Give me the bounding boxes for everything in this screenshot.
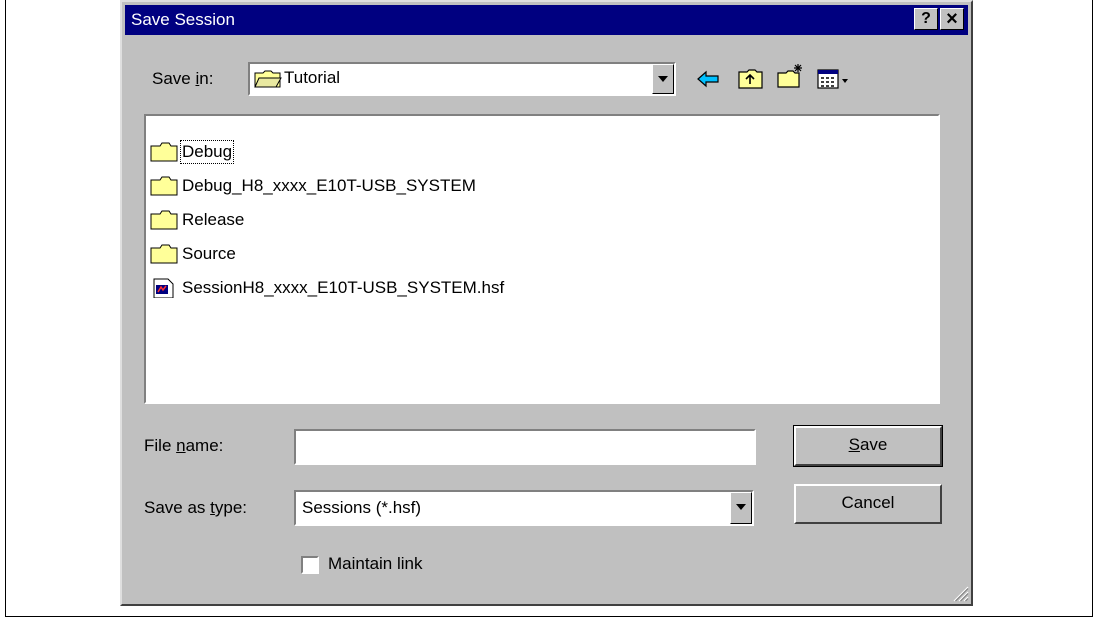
maintain-link-label: Maintain link [328,554,423,573]
open-folder-icon [254,70,282,88]
save-as-type-label: Save as type: [144,498,248,517]
file-name-label: File name: [144,436,224,455]
save-as-type-value: Sessions (*.hsf) [302,498,422,517]
title-bar: Save Session ? × [125,5,968,35]
folder-icon [150,210,178,230]
save-in-dropdown-button[interactable] [652,64,674,94]
new-folder-icon[interactable] [776,62,804,90]
back-arrow-icon[interactable] [694,65,722,93]
file-list[interactable]: Debug Debug_H8_xxxx_E10T-USB_SYSTEM Rele… [144,114,940,404]
session-file-icon [153,278,174,298]
save-in-label: Save in: [152,69,214,88]
cancel-button[interactable]: Cancel [794,484,942,524]
file-name: Debug_H8_xxxx_E10T-USB_SYSTEM [182,176,476,195]
close-button[interactable]: × [940,8,964,30]
folder-icon [150,142,178,162]
save-in-value: Tutorial [284,68,341,87]
file-name: Release [182,210,245,229]
file-name: Source [182,244,236,263]
help-button[interactable]: ? [914,8,938,30]
file-name: Debug [179,140,235,164]
folder-icon [150,244,178,264]
file-name: SessionH8_xxxx_E10T-USB_SYSTEM.hsf [182,278,505,297]
file-name-input[interactable] [294,429,756,465]
maintain-link-checkbox[interactable] [301,556,319,574]
save-in-dropdown[interactable]: Tutorial [248,62,676,96]
save-session-dialog: Save Session ? × Save in: Tutorial Debug… [120,0,973,606]
folder-icon [150,176,178,196]
window-title: Save Session [131,10,235,29]
save-button[interactable]: Save [793,425,943,467]
up-one-level-icon[interactable] [736,65,764,93]
view-menu-icon[interactable] [816,65,852,93]
save-as-type-dropdown[interactable]: Sessions (*.hsf) [294,490,754,526]
resize-grip-icon[interactable] [949,582,969,602]
save-as-type-dropdown-button[interactable] [730,492,752,524]
